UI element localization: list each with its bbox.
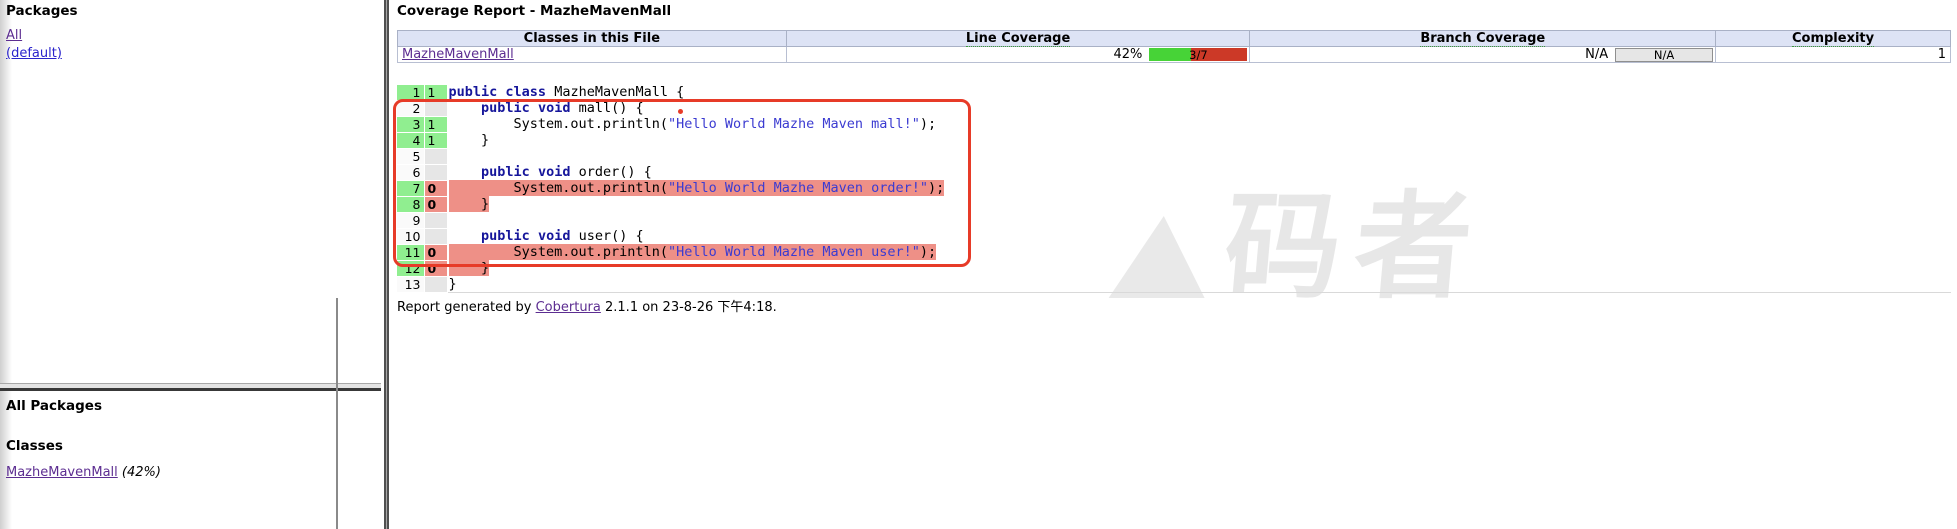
complexity-cell: 1: [1716, 47, 1951, 63]
code-cell: [447, 213, 1951, 229]
line-number: 6: [397, 165, 424, 181]
code-cell: }: [447, 261, 1951, 277]
line-number: 1: [397, 85, 424, 101]
class-report-link[interactable]: MazheMavenMall: [402, 47, 514, 62]
hit-count: [424, 149, 447, 165]
hit-count: 0: [424, 181, 447, 197]
frame-vertical-divider[interactable]: [381, 0, 391, 529]
hit-count: 1: [424, 133, 447, 149]
cobertura-link[interactable]: Cobertura: [536, 300, 601, 315]
line-number: 13: [397, 277, 424, 293]
code-cell: }: [447, 133, 1951, 149]
bottom-frame-right-border: [336, 298, 338, 529]
summary-class-cell: MazheMavenMall: [398, 47, 787, 63]
line-number: 7: [397, 181, 424, 197]
source-line-11: 110 System.out.println("Hello World Mazh…: [397, 245, 1951, 261]
line-number: 2: [397, 101, 424, 117]
hit-count: [424, 213, 447, 229]
hit-count: [424, 277, 447, 293]
line-number: 11: [397, 245, 424, 261]
line-coverage-value: 42%: [1114, 47, 1143, 62]
code-cell: public void order() {: [447, 165, 1951, 181]
source-line-7: 70 System.out.println("Hello World Mazhe…: [397, 181, 1951, 197]
code-cell: }: [447, 277, 1951, 293]
source-line-3: 31 System.out.println("Hello World Mazhe…: [397, 117, 1951, 133]
source-line-4: 41 }: [397, 133, 1951, 149]
line-number: 5: [397, 149, 424, 165]
class-link-mazhemavenmall[interactable]: MazheMavenMall: [6, 465, 118, 480]
packages-frame: Packages All (default): [0, 0, 381, 383]
code-cell: System.out.println("Hello World Mazhe Ma…: [447, 245, 1951, 261]
hit-count: [424, 101, 447, 117]
code-cell: public class MazheMavenMall {: [447, 85, 1951, 101]
line-number: 3: [397, 117, 424, 133]
code-cell: [447, 149, 1951, 165]
line-number: 8: [397, 197, 424, 213]
hit-count: [424, 229, 447, 245]
header-complexity: Complexity: [1716, 31, 1951, 47]
source-tbody: 11public class MazheMavenMall {2 public …: [397, 85, 1951, 293]
hit-count: 0: [424, 261, 447, 277]
package-link-default[interactable]: (default): [6, 46, 62, 61]
footer-suffix: 2.1.1 on 23-8-26 下午4:18.: [601, 300, 777, 315]
report-footer: Report generated by Cobertura 2.1.1 on 2…: [397, 296, 777, 315]
header-classes-in-file: Classes in this File: [398, 31, 787, 47]
branch-coverage-bar-label: N/A: [1616, 49, 1712, 61]
branch-coverage-cell: N/A N/A: [1250, 47, 1716, 63]
footer-prefix: Report generated by: [397, 300, 536, 315]
packages-title: Packages: [6, 3, 381, 19]
class-list-item: MazheMavenMall (42%): [6, 465, 161, 480]
line-number: 10: [397, 229, 424, 245]
source-line-5: 5: [397, 149, 1951, 165]
all-packages-frame: All Packages Classes MazheMavenMall (42%…: [0, 391, 337, 529]
source-line-2: 2 public void mall() {: [397, 101, 1951, 117]
frame-vertical-divider-bar: [384, 0, 389, 529]
summary-header-row: Classes in this File Line Coverage Branc…: [398, 31, 1951, 47]
hit-count: 1: [424, 117, 447, 133]
source-line-12: 120 }: [397, 261, 1951, 277]
hit-count: [424, 165, 447, 181]
page-title: Coverage Report - MazheMavenMall: [397, 3, 671, 19]
code-cell: }: [447, 197, 1951, 213]
line-number: 9: [397, 213, 424, 229]
source-line-6: 6 public void order() {: [397, 165, 1951, 181]
code-cell: System.out.println("Hello World Mazhe Ma…: [447, 117, 1951, 133]
hit-count: 0: [424, 197, 447, 213]
frame-horizontal-divider[interactable]: [0, 383, 381, 391]
branch-coverage-value: N/A: [1585, 47, 1608, 62]
all-packages-title: All Packages: [6, 398, 337, 414]
summary-data-row: MazheMavenMall 42% 3/7 N/A: [398, 47, 1951, 63]
branch-coverage-bar: N/A: [1615, 48, 1713, 62]
line-coverage-ratio: 3/7: [1149, 48, 1247, 61]
coverage-summary-table: Classes in this File Line Coverage Branc…: [397, 30, 1951, 63]
class-coverage-pct: (42%): [122, 465, 161, 480]
source-listing: 11public class MazheMavenMall {2 public …: [397, 85, 1951, 293]
source-line-1: 11public class MazheMavenMall {: [397, 85, 1951, 101]
source-line-10: 10 public void user() {: [397, 229, 1951, 245]
package-link-all[interactable]: All: [6, 28, 22, 43]
source-line-8: 80 }: [397, 197, 1951, 213]
line-coverage-bar: 3/7: [1149, 48, 1247, 61]
source-line-9: 9: [397, 213, 1951, 229]
hit-count: 0: [424, 245, 447, 261]
header-line-coverage: Line Coverage: [786, 31, 1250, 47]
source-line-13: 13}: [397, 277, 1951, 293]
code-cell: public void user() {: [447, 229, 1951, 245]
code-cell: public void mall() {: [447, 101, 1951, 117]
code-cell: System.out.println("Hello World Mazhe Ma…: [447, 181, 1951, 197]
coverage-report-frame: 码者 Coverage Report - MazheMavenMall Clas…: [391, 0, 1957, 529]
hit-count: 1: [424, 85, 447, 101]
line-coverage-cell: 42% 3/7: [786, 47, 1250, 63]
header-branch-coverage: Branch Coverage: [1250, 31, 1716, 47]
classes-title: Classes: [6, 438, 337, 454]
line-number: 4: [397, 133, 424, 149]
packages-sidebar: Packages All (default) All Packages Clas…: [0, 0, 381, 529]
line-number: 12: [397, 261, 424, 277]
